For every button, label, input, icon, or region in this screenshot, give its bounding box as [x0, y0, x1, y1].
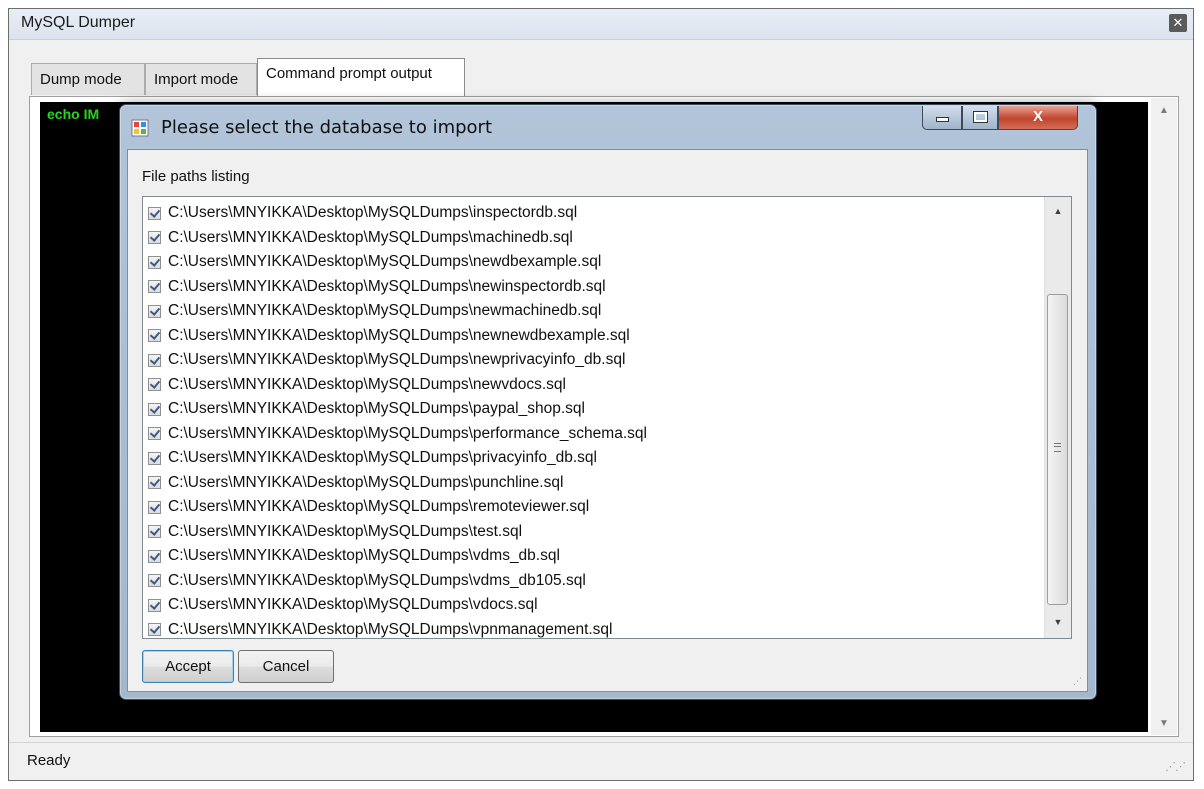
file-path-label: C:\Users\MNYIKKA\Desktop\MySQLDumps\newp…	[168, 351, 626, 369]
file-path-label: C:\Users\MNYIKKA\Desktop\MySQLDumps\newi…	[168, 277, 606, 295]
list-item[interactable]: C:\Users\MNYIKKA\Desktop\MySQLDumps\newn…	[143, 324, 1043, 349]
checkbox-checked-icon[interactable]	[148, 402, 161, 416]
scroll-grip-icon	[1054, 443, 1061, 452]
checkbox-checked-icon[interactable]	[148, 206, 161, 220]
file-path-label: C:\Users\MNYIKKA\Desktop\MySQLDumps\newm…	[168, 302, 602, 320]
accept-button[interactable]: Accept	[142, 650, 234, 683]
dialog-client-area: File paths listing C:\Users\MNYIKKA\Desk…	[127, 149, 1088, 692]
checkbox-checked-icon[interactable]	[148, 353, 161, 367]
list-item[interactable]: C:\Users\MNYIKKA\Desktop\MySQLDumps\perf…	[143, 422, 1043, 447]
scroll-up-icon[interactable]: ▲	[1151, 102, 1177, 120]
file-path-label: C:\Users\MNYIKKA\Desktop\MySQLDumps\vdms…	[168, 571, 586, 589]
scroll-down-icon[interactable]: ▼	[1151, 715, 1177, 733]
file-path-label: C:\Users\MNYIKKA\Desktop\MySQLDumps\newd…	[168, 253, 602, 271]
checkbox-checked-icon[interactable]	[148, 304, 161, 318]
status-text: Ready	[27, 752, 71, 769]
file-paths-checklist[interactable]: C:\Users\MNYIKKA\Desktop\MySQLDumps\insp…	[142, 196, 1072, 639]
checklist-scrollbar[interactable]: ▲ ▼	[1044, 197, 1071, 638]
list-item[interactable]: C:\Users\MNYIKKA\Desktop\MySQLDumps\newv…	[143, 373, 1043, 398]
list-item[interactable]: C:\Users\MNYIKKA\Desktop\MySQLDumps\mach…	[143, 226, 1043, 251]
list-item[interactable]: C:\Users\MNYIKKA\Desktop\MySQLDumps\insp…	[143, 201, 1043, 226]
checklist-items: C:\Users\MNYIKKA\Desktop\MySQLDumps\insp…	[143, 201, 1043, 639]
list-item[interactable]: C:\Users\MNYIKKA\Desktop\MySQLDumps\newp…	[143, 348, 1043, 373]
list-item[interactable]: C:\Users\MNYIKKA\Desktop\MySQLDumps\newd…	[143, 250, 1043, 275]
file-path-label: C:\Users\MNYIKKA\Desktop\MySQLDumps\test…	[168, 522, 523, 540]
window-title: MySQL Dumper	[21, 14, 136, 31]
dialog-title: Please select the database to import	[161, 117, 492, 138]
checkbox-checked-icon[interactable]	[148, 231, 161, 245]
checkbox-checked-icon[interactable]	[148, 549, 161, 563]
file-path-label: C:\Users\MNYIKKA\Desktop\MySQLDumps\perf…	[168, 424, 647, 442]
file-path-label: C:\Users\MNYIKKA\Desktop\MySQLDumps\vpnm…	[168, 620, 613, 638]
file-path-label: C:\Users\MNYIKKA\Desktop\MySQLDumps\vdms…	[168, 547, 560, 565]
list-item[interactable]: C:\Users\MNYIKKA\Desktop\MySQLDumps\vdoc…	[143, 593, 1043, 618]
checkbox-checked-icon[interactable]	[148, 476, 161, 490]
checkbox-checked-icon[interactable]	[148, 525, 161, 539]
status-bar: Ready ⋰⋰	[9, 742, 1193, 780]
list-item[interactable]: C:\Users\MNYIKKA\Desktop\MySQLDumps\vdms…	[143, 569, 1043, 594]
checkbox-checked-icon[interactable]	[148, 500, 161, 514]
file-path-label: C:\Users\MNYIKKA\Desktop\MySQLDumps\punc…	[168, 473, 564, 491]
checkbox-checked-icon[interactable]	[148, 427, 161, 441]
checkbox-checked-icon[interactable]	[148, 329, 161, 343]
window-close-icon[interactable]: ✕	[1169, 14, 1187, 32]
checkbox-checked-icon[interactable]	[148, 255, 161, 269]
list-item[interactable]: C:\Users\MNYIKKA\Desktop\MySQLDumps\newm…	[143, 299, 1043, 324]
checkbox-checked-icon[interactable]	[148, 574, 161, 588]
file-path-label: C:\Users\MNYIKKA\Desktop\MySQLDumps\vdoc…	[168, 596, 538, 614]
list-item[interactable]: C:\Users\MNYIKKA\Desktop\MySQLDumps\vdms…	[143, 544, 1043, 569]
checkbox-checked-icon[interactable]	[148, 623, 161, 637]
import-dialog: Please select the database to import X F…	[119, 104, 1097, 700]
file-paths-label: File paths listing	[142, 168, 250, 185]
minimize-button[interactable]	[922, 106, 962, 130]
scroll-thumb[interactable]	[1047, 294, 1068, 605]
list-item[interactable]: C:\Users\MNYIKKA\Desktop\MySQLDumps\newi…	[143, 275, 1043, 300]
cancel-button[interactable]: Cancel	[238, 650, 334, 683]
file-path-label: C:\Users\MNYIKKA\Desktop\MySQLDumps\mach…	[168, 228, 573, 246]
checkbox-checked-icon[interactable]	[148, 280, 161, 294]
file-path-label: C:\Users\MNYIKKA\Desktop\MySQLDumps\newn…	[168, 326, 630, 344]
checkbox-checked-icon[interactable]	[148, 378, 161, 392]
scroll-down-icon[interactable]: ▼	[1045, 612, 1071, 632]
close-icon: X	[1032, 108, 1043, 125]
app-window-icon	[131, 119, 149, 137]
list-item[interactable]: C:\Users\MNYIKKA\Desktop\MySQLDumps\payp…	[143, 397, 1043, 422]
list-item[interactable]: C:\Users\MNYIKKA\Desktop\MySQLDumps\vpnm…	[143, 618, 1043, 639]
checkbox-checked-icon[interactable]	[148, 598, 161, 612]
tab-import-mode[interactable]: Import mode	[145, 63, 257, 95]
file-path-label: C:\Users\MNYIKKA\Desktop\MySQLDumps\remo…	[168, 498, 590, 516]
maximize-button[interactable]	[962, 106, 998, 130]
scroll-up-icon[interactable]: ▲	[1045, 201, 1071, 221]
list-item[interactable]: C:\Users\MNYIKKA\Desktop\MySQLDumps\remo…	[143, 495, 1043, 520]
console-output-text: echo IM	[47, 106, 100, 122]
list-item[interactable]: C:\Users\MNYIKKA\Desktop\MySQLDumps\priv…	[143, 446, 1043, 471]
checkbox-checked-icon[interactable]	[148, 451, 161, 465]
list-item[interactable]: C:\Users\MNYIKKA\Desktop\MySQLDumps\test…	[143, 520, 1043, 545]
console-scrollbar[interactable]: ▲ ▼	[1151, 98, 1177, 735]
tab-dump-mode[interactable]: Dump mode	[31, 63, 145, 95]
file-path-label: C:\Users\MNYIKKA\Desktop\MySQLDumps\payp…	[168, 400, 585, 418]
maximize-icon	[972, 111, 988, 123]
list-item[interactable]: C:\Users\MNYIKKA\Desktop\MySQLDumps\punc…	[143, 471, 1043, 496]
minimize-icon	[935, 117, 949, 122]
dialog-close-button[interactable]: X	[998, 106, 1078, 130]
resize-grip-icon[interactable]: ⋰⋰	[1165, 760, 1186, 773]
dialog-resize-grip-icon[interactable]: ⋰	[1073, 676, 1082, 687]
file-path-label: C:\Users\MNYIKKA\Desktop\MySQLDumps\newv…	[168, 375, 566, 393]
tab-command-prompt-output[interactable]: Command prompt output	[257, 58, 465, 96]
file-path-label: C:\Users\MNYIKKA\Desktop\MySQLDumps\priv…	[168, 449, 597, 467]
file-path-label: C:\Users\MNYIKKA\Desktop\MySQLDumps\insp…	[168, 204, 578, 222]
main-titlebar: MySQL Dumper ✕	[9, 9, 1193, 40]
